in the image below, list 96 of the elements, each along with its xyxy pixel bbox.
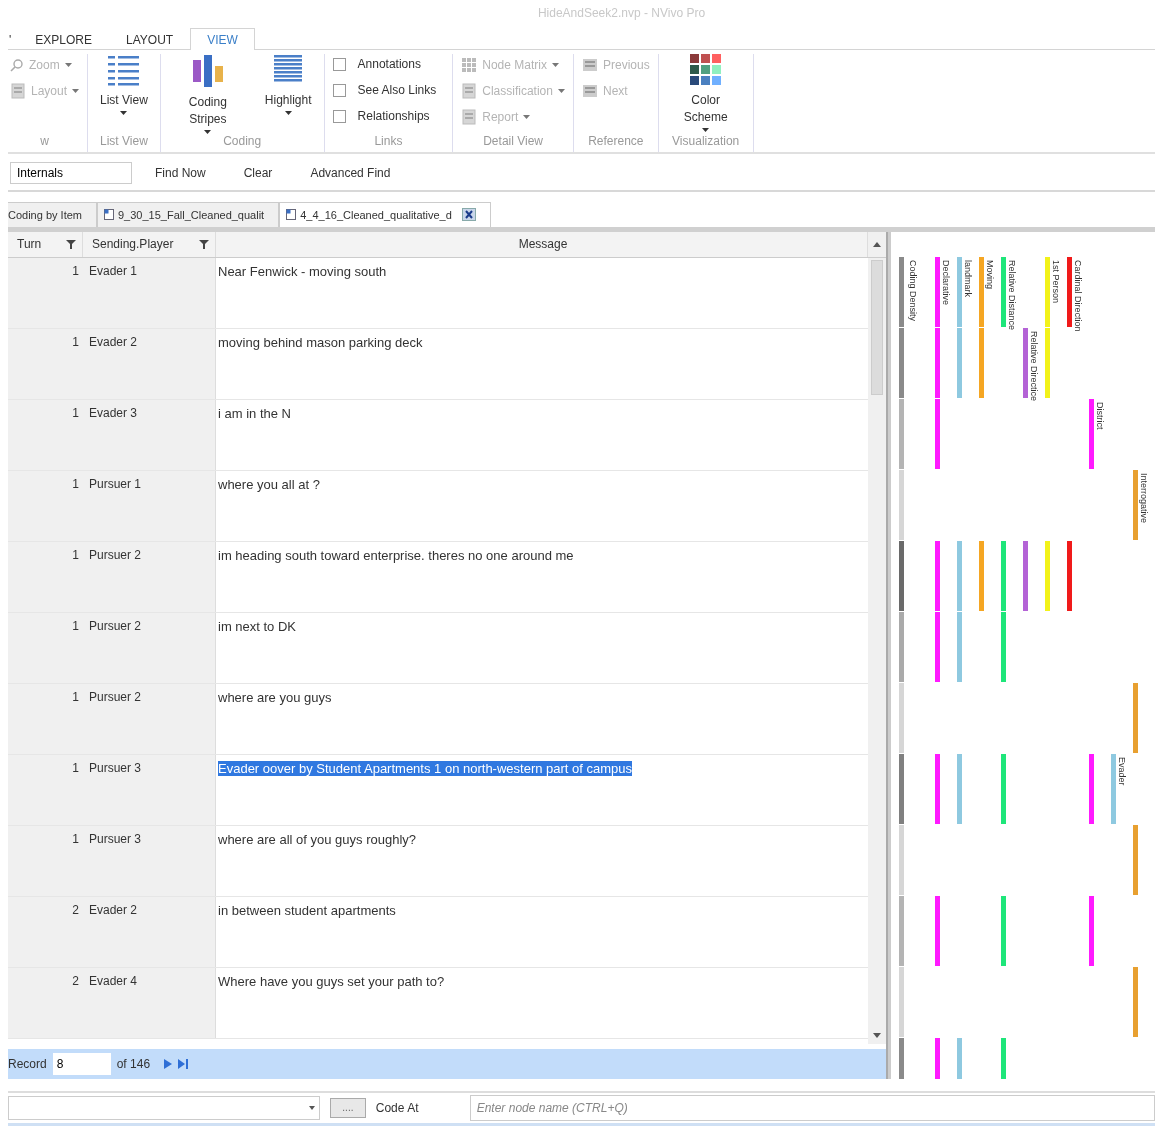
find-button[interactable]: Advanced Find	[295, 166, 406, 181]
checkbox[interactable]: See Also Links	[332, 80, 437, 101]
find-button[interactable]: Find Now	[140, 166, 221, 181]
record-field[interactable]: 8	[52, 1052, 111, 1075]
checkbox[interactable]: Relationships	[332, 106, 437, 127]
table-cell: 1	[8, 612, 83, 683]
table-cell: Pursuer 1	[83, 470, 216, 541]
record-total: of 146	[116, 1056, 151, 1071]
document-icon	[104, 209, 114, 221]
stripe-label: 1st Person	[1051, 259, 1061, 303]
code-at-label: Code At	[375, 1100, 420, 1115]
stripe-label: Moving	[985, 259, 995, 289]
list-icon	[106, 54, 141, 87]
document-icon	[461, 83, 478, 100]
record-label: Record	[8, 1056, 47, 1071]
group-label: Reference	[587, 134, 645, 151]
ribbon-tab[interactable]: LAYOUT	[109, 28, 191, 51]
group-label: Detail View	[482, 134, 544, 151]
ribbon-button[interactable]: Highlight	[258, 54, 318, 135]
message-text[interactable]: where are all of you guys roughly?	[218, 831, 416, 847]
column-header[interactable]: Sending.Player	[83, 231, 216, 257]
grid-icon	[461, 57, 478, 74]
find-field[interactable]: Internals	[10, 162, 132, 185]
stripe-label: Interrogative	[1139, 472, 1149, 523]
filter-icon[interactable]	[66, 239, 76, 249]
document-tab[interactable]: Coding by Item	[8, 201, 97, 227]
table-cell: Pursuer 3	[83, 825, 216, 896]
table-cell: 1	[8, 399, 83, 470]
table-cell: 1	[8, 825, 83, 896]
message-text[interactable]: im next to DK	[218, 618, 297, 634]
filter-icon[interactable]	[199, 239, 209, 249]
group-label: Coding	[222, 134, 263, 151]
search-icon	[10, 58, 24, 73]
table-cell: Evader 2	[83, 896, 216, 967]
ribbon-tab[interactable]: EXPLORE	[18, 28, 109, 51]
table-cell: 1	[8, 541, 83, 612]
column-header[interactable]: Turn	[8, 231, 83, 257]
table-cell: Evader 4	[83, 967, 216, 1038]
stripe-label: Coding Density	[908, 259, 918, 321]
close-icon[interactable]	[461, 208, 476, 222]
document-icon	[461, 109, 478, 126]
group-label: Visualization	[671, 134, 741, 151]
table-cell: Evader 3	[83, 399, 216, 470]
table-cell: Pursuer 2	[83, 612, 216, 683]
stripe-label: Relative Directice	[1029, 330, 1039, 401]
last-icon[interactable]	[178, 1058, 190, 1069]
ribbon-button[interactable]: List View	[94, 54, 154, 135]
scrollbar[interactable]	[868, 257, 886, 1044]
document-tab[interactable]: 9_30_15_Fall_Cleaned_qualit	[97, 201, 280, 227]
message-text[interactable]: where you all at ?	[218, 476, 320, 492]
table-cell: 1	[8, 470, 83, 541]
ribbon-tab[interactable]: '	[8, 28, 19, 51]
scroll-thumb[interactable]	[871, 259, 883, 395]
scroll-up-icon[interactable]	[873, 241, 881, 247]
document-icon	[10, 83, 26, 100]
stripe-label: Declarative	[941, 259, 951, 305]
node-dropdown[interactable]	[8, 1095, 321, 1120]
stripe-label: landmark	[963, 259, 973, 297]
message-text[interactable]: Evader oover by Student Apartments 1 on north-western part of campus	[218, 760, 633, 776]
table-cell: Evader 2	[83, 328, 216, 399]
document-icon	[286, 209, 297, 221]
table-cell: Pursuer 2	[83, 541, 216, 612]
browse-button[interactable]: ....	[330, 1097, 366, 1118]
table-cell: 1	[8, 328, 83, 399]
stripe-label: Cardinal Direction	[1073, 259, 1083, 332]
color-palette-icon	[689, 54, 722, 87]
table-cell: 1	[8, 257, 83, 328]
group-label: List View	[99, 134, 149, 151]
table-cell: 1	[8, 683, 83, 754]
find-button[interactable]: Clear	[228, 166, 288, 181]
message-text[interactable]: Near Fenwick - moving south	[218, 263, 387, 279]
message-text[interactable]: Where have you guys set your path to?	[218, 973, 445, 989]
ribbon-button[interactable]: Coding Stripes	[166, 54, 249, 135]
message-text[interactable]: moving behind mason parking deck	[218, 334, 423, 350]
group-label: w	[39, 134, 50, 151]
ribbon-tab[interactable]: VIEW	[190, 28, 255, 51]
table-cell: 2	[8, 896, 83, 967]
table-cell: 2	[8, 967, 83, 1038]
stripe-label: Evader	[1117, 756, 1127, 786]
table-cell: 1	[8, 754, 83, 825]
node-name-field[interactable]: Enter node name (CTRL+Q)	[469, 1094, 1155, 1121]
stripe-label: Relative Distance	[1007, 259, 1017, 330]
message-text[interactable]: im heading south toward enterprise. theres no one around me	[218, 547, 574, 563]
document-tab[interactable]: 4_4_16_Cleaned_qualitative_d	[279, 201, 491, 227]
caret-icon	[309, 1105, 316, 1110]
scroll-down-icon[interactable]	[873, 1032, 881, 1038]
message-text[interactable]: in between student apartments	[218, 902, 396, 918]
message-text[interactable]: i am in the N	[218, 405, 291, 421]
table-cell: Pursuer 3	[83, 754, 216, 825]
ribbon-button[interactable]: Color Scheme	[664, 54, 747, 135]
stripe-label: District	[1095, 401, 1105, 430]
table-cell: Pursuer 2	[83, 683, 216, 754]
table-cell: Evader 1	[83, 257, 216, 328]
checkbox[interactable]: Annotations	[332, 54, 437, 75]
group-label: Links	[373, 134, 404, 151]
message-text[interactable]: where are you guys	[218, 689, 332, 705]
